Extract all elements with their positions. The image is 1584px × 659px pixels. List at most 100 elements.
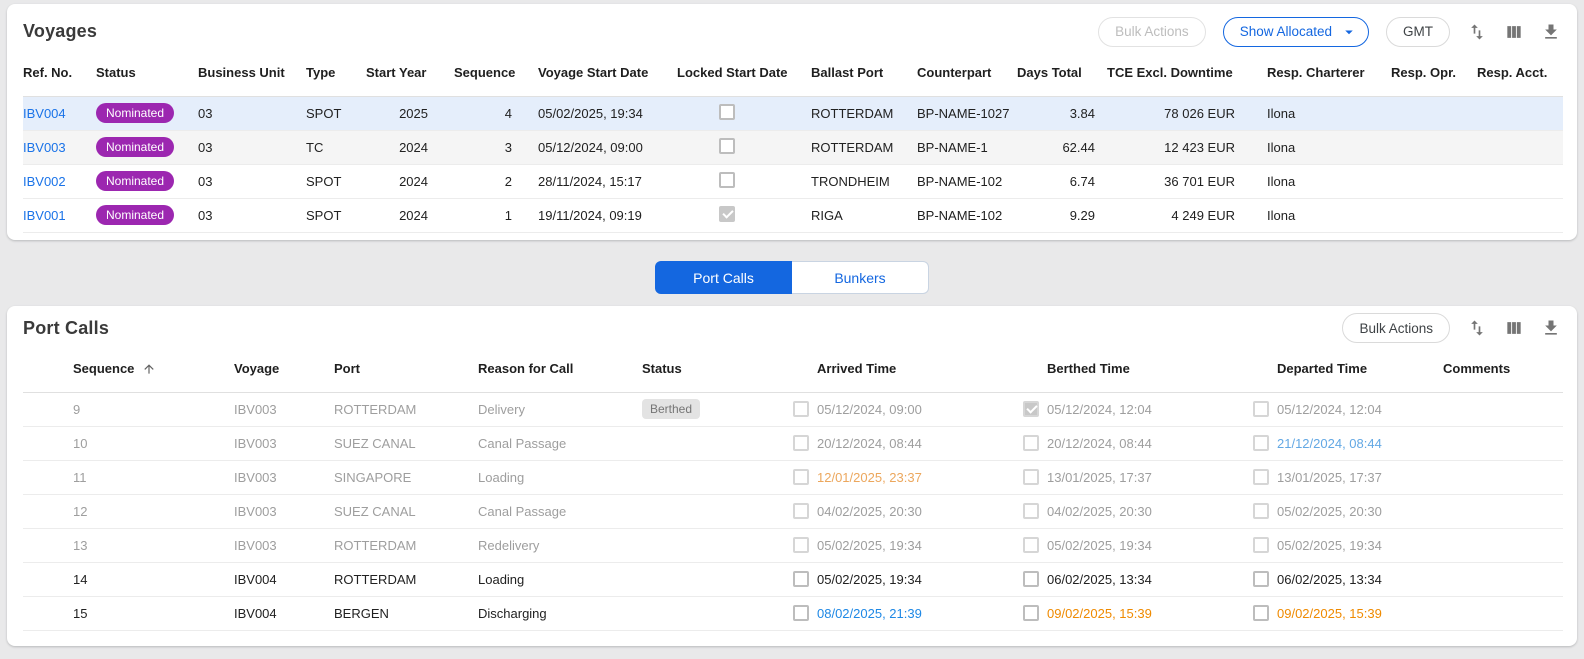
voyage-resp-acct: [1457, 96, 1563, 130]
voyage-ref-link[interactable]: IBV004: [23, 106, 66, 121]
bulk-actions-button[interactable]: Bulk Actions: [1098, 17, 1206, 47]
port-call-row[interactable]: 9IBV003ROTTERDAMDeliveryBerthed05/12/202…: [23, 392, 1563, 426]
locked-start-date-checkbox[interactable]: [719, 206, 735, 222]
port-call-sequence: 9: [23, 392, 234, 426]
port-calls-col-voyage[interactable]: Voyage: [234, 346, 334, 392]
port-calls-col-arrived-time[interactable]: Arrived Time: [793, 346, 1023, 392]
port-call-row[interactable]: 14IBV004ROTTERDAMLoading05/02/2025, 19:3…: [23, 562, 1563, 596]
download-button[interactable]: [1541, 22, 1561, 42]
berthed-time-checkbox[interactable]: [1023, 469, 1039, 485]
berthed-time-checkbox[interactable]: [1023, 435, 1039, 451]
view-tabs: Port Calls Bunkers: [0, 261, 1584, 294]
voyages-col-locked-start-date[interactable]: Locked Start Date: [677, 50, 811, 96]
departed-time-checkbox[interactable]: [1253, 503, 1269, 519]
voyages-col-resp-charterer[interactable]: Resp. Charterer: [1247, 50, 1371, 96]
voyage-ref-cell: IBV002: [23, 164, 96, 198]
column-settings-button[interactable]: [1504, 318, 1524, 338]
departed-time-value: 13/01/2025, 17:37: [1277, 470, 1382, 485]
voyage-days-total: 3.84: [1017, 96, 1107, 130]
voyage-status-cell: Nominated: [96, 164, 198, 198]
voyages-col-voyage-start-date[interactable]: Voyage Start Date: [538, 50, 677, 96]
port-call-status-cell: [642, 460, 793, 494]
tab-port-calls[interactable]: Port Calls: [655, 261, 792, 294]
port-call-status-cell: [642, 426, 793, 460]
port-call-row[interactable]: 13IBV003ROTTERDAMRedelivery05/02/2025, 1…: [23, 528, 1563, 562]
voyages-col-resp-opr[interactable]: Resp. Opr.: [1371, 50, 1457, 96]
show-allocated-dropdown[interactable]: Show Allocated: [1223, 17, 1369, 47]
port-call-row[interactable]: 12IBV003SUEZ CANALCanal Passage04/02/202…: [23, 494, 1563, 528]
column-settings-button[interactable]: [1504, 22, 1524, 42]
voyage-row[interactable]: IBV002Nominated03SPOT2024228/11/2024, 15…: [23, 164, 1563, 198]
port-call-reason: Redelivery: [478, 528, 642, 562]
sequence-col-label: Sequence: [73, 361, 134, 376]
port-calls-col-reason-for-call[interactable]: Reason for Call: [478, 346, 642, 392]
voyages-col-days-total[interactable]: Days Total: [1017, 50, 1107, 96]
arrived-time-checkbox[interactable]: [793, 571, 809, 587]
voyages-col-start-year[interactable]: Start Year: [366, 50, 454, 96]
status-badge: Nominated: [96, 171, 174, 191]
port-call-comments: [1443, 392, 1563, 426]
port-calls-panel: Port Calls Bulk Actions Sequence: [7, 306, 1577, 646]
voyages-col-ref-no[interactable]: Ref. No.: [23, 50, 96, 96]
locked-start-date-checkbox[interactable]: [719, 172, 735, 188]
port-call-status-cell: [642, 562, 793, 596]
locked-start-date-checkbox[interactable]: [719, 104, 735, 120]
departed-time-checkbox[interactable]: [1253, 469, 1269, 485]
voyages-col-status[interactable]: Status: [96, 50, 198, 96]
download-button[interactable]: [1541, 318, 1561, 338]
arrived-time-checkbox[interactable]: [793, 605, 809, 621]
sort-rows-button[interactable]: [1467, 22, 1487, 42]
berthed-time-checkbox[interactable]: [1023, 503, 1039, 519]
berthed-time-checkbox[interactable]: [1023, 571, 1039, 587]
berthed-time-checkbox[interactable]: [1023, 401, 1039, 417]
departed-time-value: 06/02/2025, 13:34: [1277, 572, 1382, 587]
port-calls-col-sequence[interactable]: Sequence: [23, 346, 234, 392]
voyage-start-date: 19/11/2024, 09:19: [538, 198, 677, 232]
port-calls-col-comments[interactable]: Comments: [1443, 346, 1563, 392]
port-call-row[interactable]: 15IBV004BERGENDischarging08/02/2025, 21:…: [23, 596, 1563, 630]
voyages-col-sequence[interactable]: Sequence: [454, 50, 538, 96]
port-calls-col-berthed-time[interactable]: Berthed Time: [1023, 346, 1253, 392]
port-call-row[interactable]: 10IBV003SUEZ CANALCanal Passage20/12/202…: [23, 426, 1563, 460]
voyages-col-tce-excl-downtime[interactable]: TCE Excl. Downtime: [1107, 50, 1247, 96]
voyage-status-cell: Nominated: [96, 130, 198, 164]
departed-time-checkbox[interactable]: [1253, 435, 1269, 451]
berthed-time-value: 09/02/2025, 15:39: [1047, 606, 1152, 621]
port-calls-col-port[interactable]: Port: [334, 346, 478, 392]
columns-icon: [1504, 22, 1524, 42]
voyage-ref-link[interactable]: IBV001: [23, 208, 66, 223]
berthed-time-checkbox[interactable]: [1023, 605, 1039, 621]
port-calls-col-departed-time[interactable]: Departed Time: [1253, 346, 1443, 392]
tab-bunkers[interactable]: Bunkers: [792, 261, 929, 294]
voyages-col-counterpart[interactable]: Counterpart: [917, 50, 1017, 96]
arrived-time-checkbox[interactable]: [793, 469, 809, 485]
voyages-col-resp-acct[interactable]: Resp. Acct.: [1457, 50, 1563, 96]
locked-start-date-checkbox[interactable]: [719, 138, 735, 154]
port-call-row[interactable]: 11IBV003SINGAPORELoading12/01/2025, 23:3…: [23, 460, 1563, 494]
voyage-resp-acct: [1457, 130, 1563, 164]
voyage-ref-cell: IBV001: [23, 198, 96, 232]
voyages-col-ballast-port[interactable]: Ballast Port: [811, 50, 917, 96]
voyage-ballast-port: ROTTERDAM: [811, 130, 917, 164]
voyage-ref-link[interactable]: IBV002: [23, 174, 66, 189]
arrived-time-checkbox[interactable]: [793, 503, 809, 519]
voyage-ref-link[interactable]: IBV003: [23, 140, 66, 155]
bulk-actions-button[interactable]: Bulk Actions: [1342, 313, 1450, 343]
departed-time-checkbox[interactable]: [1253, 401, 1269, 417]
voyage-row[interactable]: IBV003Nominated03TC2024305/12/2024, 09:0…: [23, 130, 1563, 164]
voyages-col-type[interactable]: Type: [306, 50, 366, 96]
voyages-col-business-unit[interactable]: Business Unit: [198, 50, 306, 96]
departed-time-checkbox[interactable]: [1253, 605, 1269, 621]
berthed-time-checkbox[interactable]: [1023, 537, 1039, 553]
port-calls-col-status[interactable]: Status: [642, 346, 793, 392]
timezone-button[interactable]: GMT: [1386, 17, 1450, 47]
arrived-time-checkbox[interactable]: [793, 435, 809, 451]
voyage-row[interactable]: IBV001Nominated03SPOT2024119/11/2024, 09…: [23, 198, 1563, 232]
departed-time-checkbox[interactable]: [1253, 571, 1269, 587]
voyage-row[interactable]: IBV004Nominated03SPOT2025405/02/2025, 19…: [23, 96, 1563, 130]
departed-time-checkbox[interactable]: [1253, 537, 1269, 553]
port-call-port: SUEZ CANAL: [334, 426, 478, 460]
arrived-time-checkbox[interactable]: [793, 537, 809, 553]
arrived-time-checkbox[interactable]: [793, 401, 809, 417]
sort-rows-button[interactable]: [1467, 318, 1487, 338]
